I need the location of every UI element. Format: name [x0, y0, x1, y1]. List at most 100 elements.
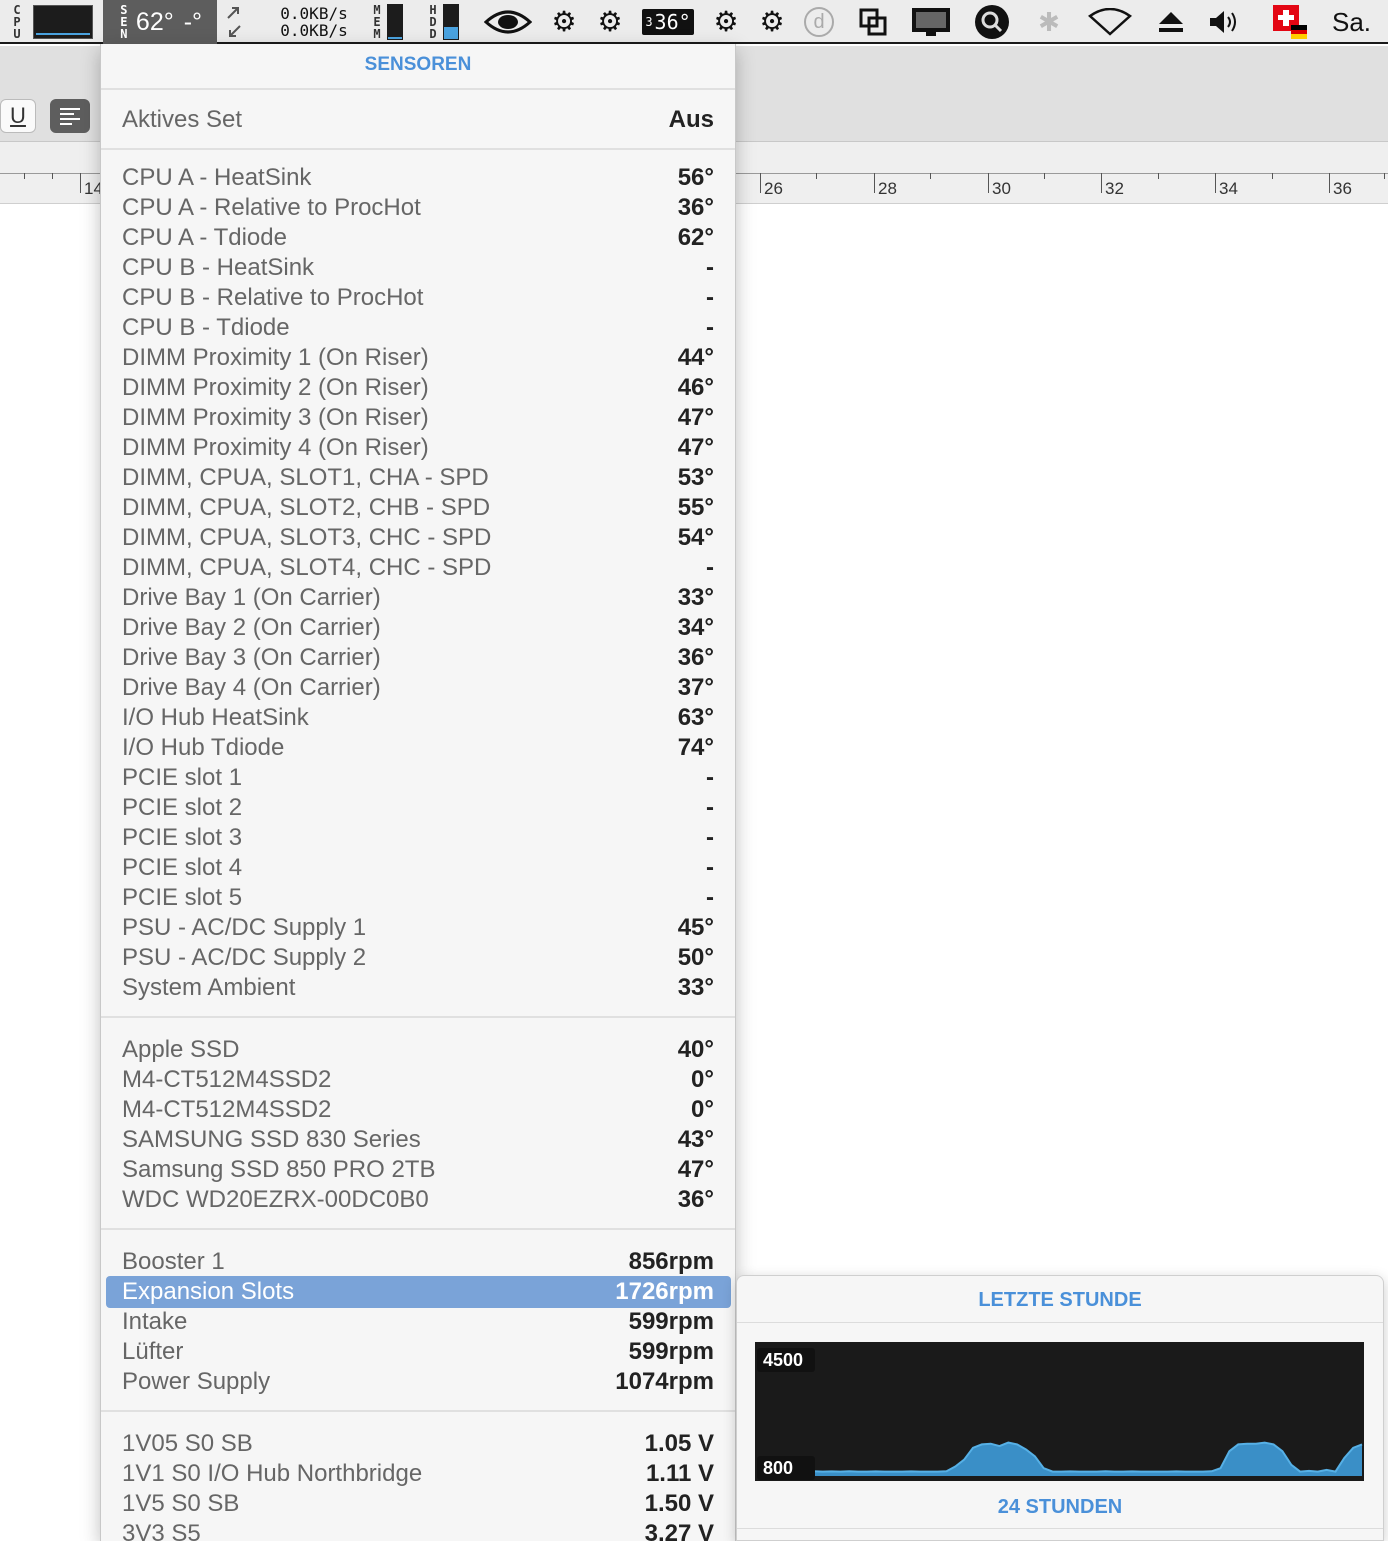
sensor-row[interactable]: Expansion Slots 1726rpm	[101, 1276, 735, 1308]
sensor-row[interactable]: PSU - AC/DC Supply 2 50°	[101, 943, 735, 973]
spotlight-search-icon[interactable]	[970, 0, 1014, 44]
sensor-row[interactable]: M4-CT512M4SSD2 0°	[101, 1095, 735, 1125]
sensor-row[interactable]: Intake 599rpm	[101, 1307, 735, 1337]
sensor-row[interactable]: Power Supply 1074rpm	[101, 1367, 735, 1397]
sensor-row[interactable]: DIMM Proximity 2 (On Riser) 46°	[101, 373, 735, 403]
sensor-row[interactable]: Drive Bay 2 (On Carrier) 34°	[101, 613, 735, 643]
clock[interactable]: Sa.	[1332, 0, 1388, 44]
sensor-row[interactable]: I/O Hub HeatSink 63°	[101, 703, 735, 733]
sensor-row[interactable]: DIMM Proximity 3 (On Riser) 47°	[101, 403, 735, 433]
sensor-row[interactable]: Drive Bay 3 (On Carrier) 36°	[101, 643, 735, 673]
sensors-menu-extra[interactable]: SEN 62° -°	[103, 0, 217, 44]
sensor-row[interactable]: PCIE slot 1 -	[101, 763, 735, 793]
net-down-rate: 0.0KB/s	[280, 21, 348, 40]
disk-menu-extra[interactable]: HDD	[420, 0, 466, 44]
gear-icon[interactable]: ⚙	[592, 0, 628, 44]
sensor-row[interactable]: SAMSUNG SSD 830 Series 43°	[101, 1125, 735, 1155]
sens-secondary: -°	[183, 7, 203, 36]
sensor-label: Drive Bay 2 (On Carrier)	[122, 614, 381, 641]
align-left-button[interactable]	[50, 99, 90, 133]
sensor-label: DIMM Proximity 4 (On Riser)	[122, 434, 429, 461]
menu-bar: CPU SEN 62° -° 0.0KB/s 0.0KB/s MEM HDD ⚙…	[0, 0, 1388, 44]
sensor-value: -	[706, 314, 714, 341]
sensor-row[interactable]: PCIE slot 5 -	[101, 883, 735, 913]
sensor-row[interactable]: DIMM, CPUA, SLOT4, CHC - SPD -	[101, 553, 735, 583]
sensor-row[interactable]: WDC WD20EZRX-00DC0B0 36°	[101, 1185, 735, 1215]
sensor-row[interactable]: DIMM Proximity 1 (On Riser) 44°	[101, 343, 735, 373]
sensor-row[interactable]: 1V5 S0 SB 1.50 V	[101, 1489, 735, 1519]
sensor-row[interactable]: DIMM, CPUA, SLOT3, CHC - SPD 54°	[101, 523, 735, 553]
sensor-label: M4-CT512M4SSD2	[122, 1096, 332, 1123]
sensor-row[interactable]: DIMM, CPUA, SLOT2, CHB - SPD 55°	[101, 493, 735, 523]
gear-icon[interactable]: ⚙	[546, 0, 582, 44]
sensor-row[interactable]: Lüfter 599rpm	[101, 1337, 735, 1367]
sensor-row[interactable]: Apple SSD 40°	[101, 1035, 735, 1065]
sensor-label: CPU B - Tdiode	[122, 314, 290, 341]
sensor-row[interactable]: PCIE slot 2 -	[101, 793, 735, 823]
sensor-value: 74°	[677, 734, 714, 761]
gpu-temp-menu-extra[interactable]: 3 36°	[640, 0, 696, 44]
sensor-row[interactable]: 1V1 S0 I/O Hub Northbridge 1.11 V	[101, 1459, 735, 1489]
sensor-row[interactable]: M4-CT512M4SSD2 0°	[101, 1065, 735, 1095]
dictionary-icon[interactable]: d	[800, 0, 838, 44]
sensor-row[interactable]: PCIE slot 4 -	[101, 853, 735, 883]
align-left-icon	[60, 108, 80, 125]
volume-icon[interactable]	[1206, 0, 1242, 44]
separator	[101, 1410, 735, 1412]
sensor-row[interactable]: Booster 1 856rpm	[101, 1247, 735, 1277]
sensor-label: SAMSUNG SSD 830 Series	[122, 1126, 421, 1153]
sensor-value: 44°	[677, 344, 714, 371]
sensor-label: I/O Hub Tdiode	[122, 734, 285, 761]
y-tick-text: 800	[763, 1458, 793, 1478]
sensor-row[interactable]: PSU - AC/DC Supply 1 45°	[101, 913, 735, 943]
sensor-row[interactable]: CPU A - HeatSink 56°	[101, 163, 735, 193]
sensor-row[interactable]: I/O Hub Tdiode 74°	[101, 733, 735, 763]
gear-icon[interactable]: ⚙	[754, 0, 790, 44]
sensor-value: 33°	[677, 974, 714, 1001]
sensor-row[interactable]: DIMM, CPUA, SLOT1, CHA - SPD 53°	[101, 463, 735, 493]
sensor-value: -	[706, 884, 714, 911]
history-title[interactable]: LETZTE STUNDE	[737, 1289, 1383, 1312]
sensor-row[interactable]: System Ambient 33°	[101, 973, 735, 1003]
cpu-menu-extra[interactable]: CPU	[6, 0, 28, 44]
sensor-row[interactable]: CPU B - Relative to ProcHot -	[101, 283, 735, 313]
sensor-label: WDC WD20EZRX-00DC0B0	[122, 1186, 429, 1213]
nvidia-icon[interactable]	[482, 0, 534, 44]
sensor-row[interactable]: PCIE slot 3 -	[101, 823, 735, 853]
sensor-row[interactable]: Drive Bay 4 (On Carrier) 37°	[101, 673, 735, 703]
window-switch-icon[interactable]	[854, 0, 892, 44]
network-menu-extra[interactable]: 0.0KB/s 0.0KB/s	[276, 0, 352, 44]
sensor-label: PCIE slot 2	[122, 794, 243, 821]
bluetooth-icon[interactable]: ✱	[1034, 0, 1064, 44]
sensor-row[interactable]: 1V05 S0 SB 1.05 V	[101, 1429, 735, 1459]
underline-button[interactable]: U	[0, 99, 36, 133]
sensor-row[interactable]: Samsung SSD 850 PRO 2TB 47°	[101, 1155, 735, 1185]
sensor-row[interactable]: CPU A - Tdiode 62°	[101, 223, 735, 253]
sensor-row[interactable]: Drive Bay 1 (On Carrier) 33°	[101, 583, 735, 613]
eject-icon[interactable]	[1154, 0, 1188, 44]
sensor-row[interactable]: 3V3 S5 3.27 V	[101, 1519, 735, 1541]
sensor-label: Samsung SSD 850 PRO 2TB	[122, 1156, 436, 1183]
sensor-row[interactable]: CPU A - Relative to ProcHot 36°	[101, 193, 735, 223]
display-icon[interactable]	[908, 0, 954, 44]
sensor-label: CPU B - Relative to ProcHot	[122, 284, 424, 311]
sensor-row[interactable]: CPU B - Tdiode -	[101, 313, 735, 343]
sensor-row[interactable]: DIMM Proximity 4 (On Riser) 47°	[101, 433, 735, 463]
sensor-value: 1074rpm	[615, 1368, 714, 1395]
active-set-item[interactable]: Aktives Set Aus	[101, 105, 735, 135]
sensor-value: -	[706, 764, 714, 791]
sensor-value: -	[706, 824, 714, 851]
sensor-label: CPU A - Relative to ProcHot	[122, 194, 421, 221]
sensor-value: 3.27 V	[644, 1520, 714, 1541]
gear-icon[interactable]: ⚙	[708, 0, 744, 44]
sensor-value: 0°	[691, 1066, 714, 1093]
history-24h-link[interactable]: 24 STUNDEN	[737, 1496, 1383, 1519]
sensor-value: 36°	[677, 194, 714, 221]
sensor-value: 46°	[677, 374, 714, 401]
net-up-rate: 0.0KB/s	[280, 4, 348, 23]
cpu-graph[interactable]	[32, 0, 94, 44]
input-source-flag-icon[interactable]	[1270, 0, 1310, 44]
sensor-row[interactable]: CPU B - HeatSink -	[101, 253, 735, 283]
wifi-icon[interactable]	[1086, 0, 1134, 44]
memory-menu-extra[interactable]: MEM	[364, 0, 410, 44]
